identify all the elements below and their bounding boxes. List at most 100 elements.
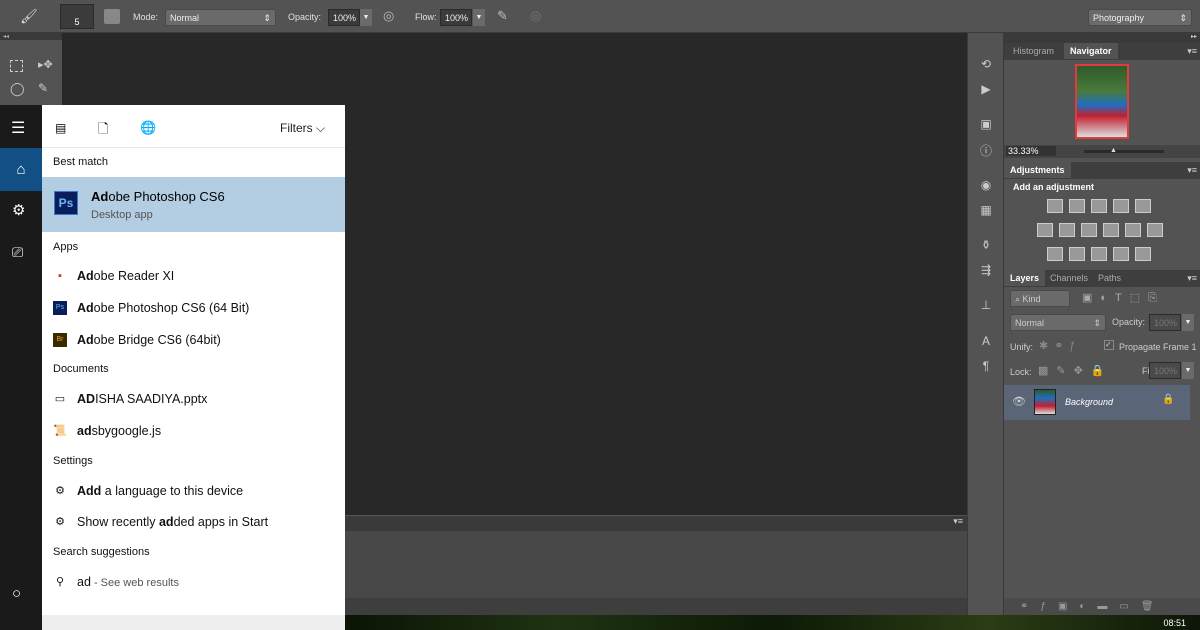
layer-filter-select[interactable]: ⌕ Kind [1010, 290, 1070, 307]
filters-button[interactable]: Filters ⌵ [280, 121, 325, 136]
character-icon[interactable]: A [978, 334, 994, 348]
result-text: Add [77, 484, 102, 498]
tool-presets-icon[interactable]: ▣ [978, 117, 994, 131]
color-balance-icon[interactable] [1059, 223, 1075, 237]
settings-item[interactable]: ⚙ Show recently added apps in Start [42, 508, 345, 536]
settings-gear-icon[interactable]: ⚙ [12, 201, 25, 219]
zoom-slider-thumb[interactable]: ▲ [1110, 147, 1117, 154]
app-item[interactable]: ▪ Adobe Reader XI [42, 262, 345, 290]
panel-menu-icon[interactable]: ▾≡ [1187, 165, 1197, 176]
search-box[interactable] [42, 615, 345, 630]
brush-presets-icon[interactable]: ⚱ [978, 238, 994, 252]
quick-selection-tool-icon[interactable]: ✎ [38, 81, 48, 95]
expand-icon[interactable]: ▸▸ [1004, 33, 1200, 43]
hamburger-icon[interactable]: ☰ [11, 118, 25, 138]
brush-preset-picker[interactable]: 5 [60, 4, 94, 29]
layer-opacity-input[interactable]: 100% [1149, 314, 1181, 331]
clone-source-icon[interactable]: ⊥ [978, 298, 994, 312]
layer-name[interactable]: Background [1065, 397, 1113, 407]
color-lookup-icon[interactable] [1147, 223, 1163, 237]
pressure-size-icon[interactable]: ◎ [530, 8, 541, 24]
panel-menu-icon[interactable]: ▾≡ [1187, 273, 1197, 284]
document-item[interactable]: 📜 adsbygoogle.js [42, 417, 345, 445]
hue-saturation-icon[interactable] [1037, 223, 1053, 237]
blend-mode-select[interactable]: Normal ⇕ [1010, 314, 1106, 331]
layer-opacity-dropdown[interactable]: ▼ [1182, 314, 1194, 331]
panel-menu-icon[interactable]: ▾≡ [1187, 46, 1197, 57]
cortana-icon[interactable]: ○ [12, 585, 21, 602]
panel-menu-icon[interactable]: ▾≡ [953, 516, 963, 527]
result-text: AD [77, 392, 96, 406]
marquee-tool-icon[interactable] [10, 60, 23, 72]
airbrush-icon[interactable]: ✎ [497, 8, 508, 24]
result-text: obe Bridge CS6 (64bit) [93, 333, 221, 347]
zoom-value[interactable]: 33.33% [1006, 146, 1056, 156]
layer-filter-icons[interactable]: ▣◐T⬚⎘ [1082, 291, 1165, 305]
app-item[interactable]: Ps Adobe Photoshop CS6 (64 Bit) [42, 294, 345, 322]
layer-thumbnail [1034, 389, 1056, 415]
paragraph-icon[interactable]: ¶ [978, 359, 994, 373]
invert-icon[interactable] [1047, 247, 1063, 261]
pressure-opacity-icon[interactable]: ◎ [383, 8, 394, 24]
apps-filter-icon[interactable]: ▤ [55, 121, 66, 135]
web-suggestion-item[interactable]: ⚲ ad - See web results [42, 568, 345, 596]
tab-layers[interactable]: Layers [1004, 270, 1046, 286]
flow-dropdown[interactable]: ▼ [473, 9, 485, 26]
taskbar: 08:51 [345, 615, 1200, 630]
history-icon[interactable]: ⟲ [978, 57, 994, 71]
lasso-tool-icon[interactable]: ◯ [10, 81, 25, 97]
lock-icons[interactable]: ▩✎✥🔒 [1038, 364, 1113, 377]
layer-row-background[interactable]: 👁 Background 🔒 [1004, 385, 1190, 420]
fill-input[interactable]: 100% [1149, 362, 1181, 379]
clock[interactable]: 08:51 [1163, 618, 1186, 628]
collapse-icon[interactable]: ◂◂ [0, 33, 62, 40]
navigator-thumbnail[interactable] [1075, 64, 1129, 139]
best-match-item[interactable]: Ps Adobe Photoshop CS6 Desktop app [42, 177, 345, 232]
app-item[interactable]: Br Adobe Bridge CS6 (64bit) [42, 326, 345, 354]
opacity-label: Opacity: [288, 12, 322, 22]
opacity-dropdown[interactable]: ▼ [360, 9, 372, 26]
brush-icon[interactable]: ⇶ [978, 263, 994, 277]
propagate-checkbox[interactable]: ✓ [1104, 340, 1114, 350]
home-icon[interactable]: ⌂ [0, 148, 42, 191]
zoom-slider[interactable] [1084, 150, 1164, 153]
brush-panel-toggle-icon[interactable] [104, 9, 120, 24]
fill-dropdown[interactable]: ▼ [1182, 362, 1194, 379]
tab-adjustments[interactable]: Adjustments [1004, 162, 1071, 178]
posterize-icon[interactable] [1069, 247, 1085, 261]
info-icon[interactable]: ⓘ [978, 142, 994, 158]
curves-icon[interactable] [1091, 199, 1107, 213]
selective-color-icon[interactable] [1113, 247, 1129, 261]
brush-tool-icon[interactable]: 🖌 [20, 8, 38, 25]
threshold-icon[interactable] [1091, 247, 1107, 261]
gradient-map-icon[interactable] [1135, 247, 1151, 261]
document-item[interactable]: ▭ ADISHA SAADIYA.pptx [42, 385, 345, 413]
reader-icon: ▪ [58, 270, 62, 282]
vibrance-icon[interactable] [1135, 199, 1151, 213]
documents-filter-icon[interactable]: 🗋 [98, 120, 108, 142]
feedback-icon[interactable]: ⎚ [12, 244, 23, 261]
eye-icon[interactable]: 👁 [1012, 395, 1026, 408]
unify-icons[interactable]: ✱⚭ƒ [1039, 339, 1082, 352]
exposure-icon[interactable] [1113, 199, 1129, 213]
brightness-icon[interactable] [1047, 199, 1063, 213]
mode-select[interactable]: Normal ⇕ [165, 9, 276, 26]
actions-play-icon[interactable]: ▶ [978, 82, 994, 96]
tab-paths[interactable]: Paths [1092, 270, 1127, 286]
channel-mixer-icon[interactable] [1125, 223, 1141, 237]
flow-input[interactable]: 100% [440, 9, 472, 26]
swatches-icon[interactable]: ▦ [978, 203, 994, 217]
move-tool-icon[interactable]: ▸✥ [38, 58, 53, 71]
tab-channels[interactable]: Channels [1044, 270, 1094, 286]
layers-footer-icons[interactable]: ⚭ƒ▣◐▬▭🗑 [1004, 598, 1200, 615]
tab-histogram[interactable]: Histogram [1007, 43, 1060, 59]
web-filter-icon[interactable]: 🌐 [140, 120, 156, 136]
settings-item[interactable]: ⚙ Add a language to this device [42, 477, 345, 505]
black-white-icon[interactable] [1081, 223, 1097, 237]
workspace-select[interactable]: Photography ⇕ [1088, 9, 1192, 26]
opacity-input[interactable]: 100% [328, 9, 360, 26]
photo-filter-icon[interactable] [1103, 223, 1119, 237]
levels-icon[interactable] [1069, 199, 1085, 213]
tab-navigator[interactable]: Navigator [1064, 43, 1118, 59]
color-icon[interactable]: ◉ [978, 178, 994, 192]
